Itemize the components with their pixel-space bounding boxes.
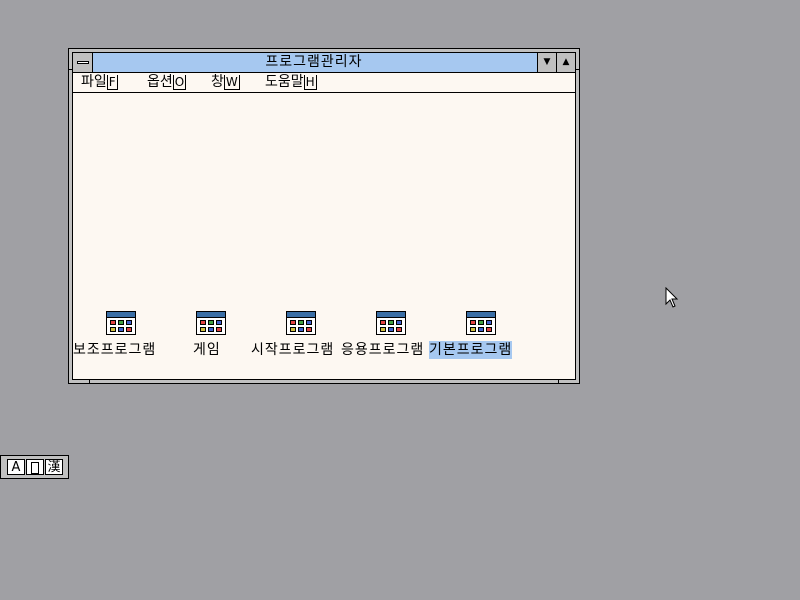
resize-corner-tick [69, 69, 72, 70]
group-icon-games[interactable] [195, 311, 229, 337]
group-icon-startup[interactable] [285, 311, 319, 337]
minimize-button[interactable]: ▼ [537, 53, 556, 72]
maximize-button[interactable]: ▲ [556, 53, 575, 72]
menu-window-key: W [223, 75, 240, 90]
resize-corner-tick [558, 380, 559, 383]
menu-options-label: 옵션 [147, 74, 173, 90]
ime-status-bar[interactable]: A 漢 [0, 455, 69, 479]
group-label-accessories[interactable]: 보조프로그램 [73, 341, 156, 359]
program-group-icon [106, 311, 136, 335]
resize-corner-tick [576, 69, 579, 70]
system-menu-button[interactable] [73, 53, 93, 72]
menu-bar: 파일 F 옵션 O 창W 도움말 H [73, 73, 575, 93]
ime-fullwidth-toggle[interactable] [26, 459, 44, 475]
program-manager-window[interactable]: 프로그램관리자 ▼ ▲ 파일 F 옵션 O 창W 도움말 H 보조프로그램 게임… [68, 48, 580, 384]
group-icon-accessories[interactable] [105, 311, 139, 337]
minimize-icon: ▼ [543, 57, 551, 67]
mouse-pointer-icon [665, 287, 679, 308]
system-menu-icon [77, 61, 89, 64]
menu-options-key: O [172, 75, 187, 90]
halfwidth-box-icon [31, 461, 39, 474]
group-label-startup[interactable]: 시작프로그램 [251, 341, 334, 359]
menu-window[interactable]: 창W [211, 73, 240, 92]
group-icon-applications[interactable] [375, 311, 409, 337]
program-group-icon [466, 311, 496, 335]
menu-file-label: 파일 [81, 74, 107, 90]
ime-english-toggle[interactable]: A [7, 459, 25, 475]
menu-window-label: 창 [211, 74, 224, 90]
resize-corner-tick [89, 380, 90, 383]
group-label-games[interactable]: 게임 [193, 341, 221, 359]
menu-help[interactable]: 도움말 H [265, 73, 317, 92]
group-label-applications[interactable]: 응용프로그램 [341, 341, 424, 359]
program-group-icon [196, 311, 226, 335]
title-bar[interactable]: 프로그램관리자 ▼ ▲ [73, 53, 575, 73]
group-icon-main[interactable] [465, 311, 499, 337]
group-label-main[interactable]: 기본프로그램 [429, 341, 513, 359]
menu-options[interactable]: 옵션 O [147, 73, 187, 92]
menu-file[interactable]: 파일 F [81, 73, 118, 92]
menu-help-key: H [303, 75, 317, 90]
program-group-icon [376, 311, 406, 335]
workspace[interactable] [73, 93, 575, 379]
menu-file-key: F [106, 75, 118, 90]
maximize-icon: ▲ [562, 57, 570, 67]
desktop[interactable]: 프로그램관리자 ▼ ▲ 파일 F 옵션 O 창W 도움말 H 보조프로그램 게임… [0, 0, 800, 600]
program-group-icon [286, 311, 316, 335]
window-frame: 프로그램관리자 ▼ ▲ 파일 F 옵션 O 창W 도움말 H 보조프로그램 게임… [72, 52, 576, 380]
window-title: 프로그램관리자 [265, 54, 363, 70]
ime-hanja-toggle[interactable]: 漢 [45, 459, 63, 475]
menu-help-label: 도움말 [265, 74, 304, 90]
